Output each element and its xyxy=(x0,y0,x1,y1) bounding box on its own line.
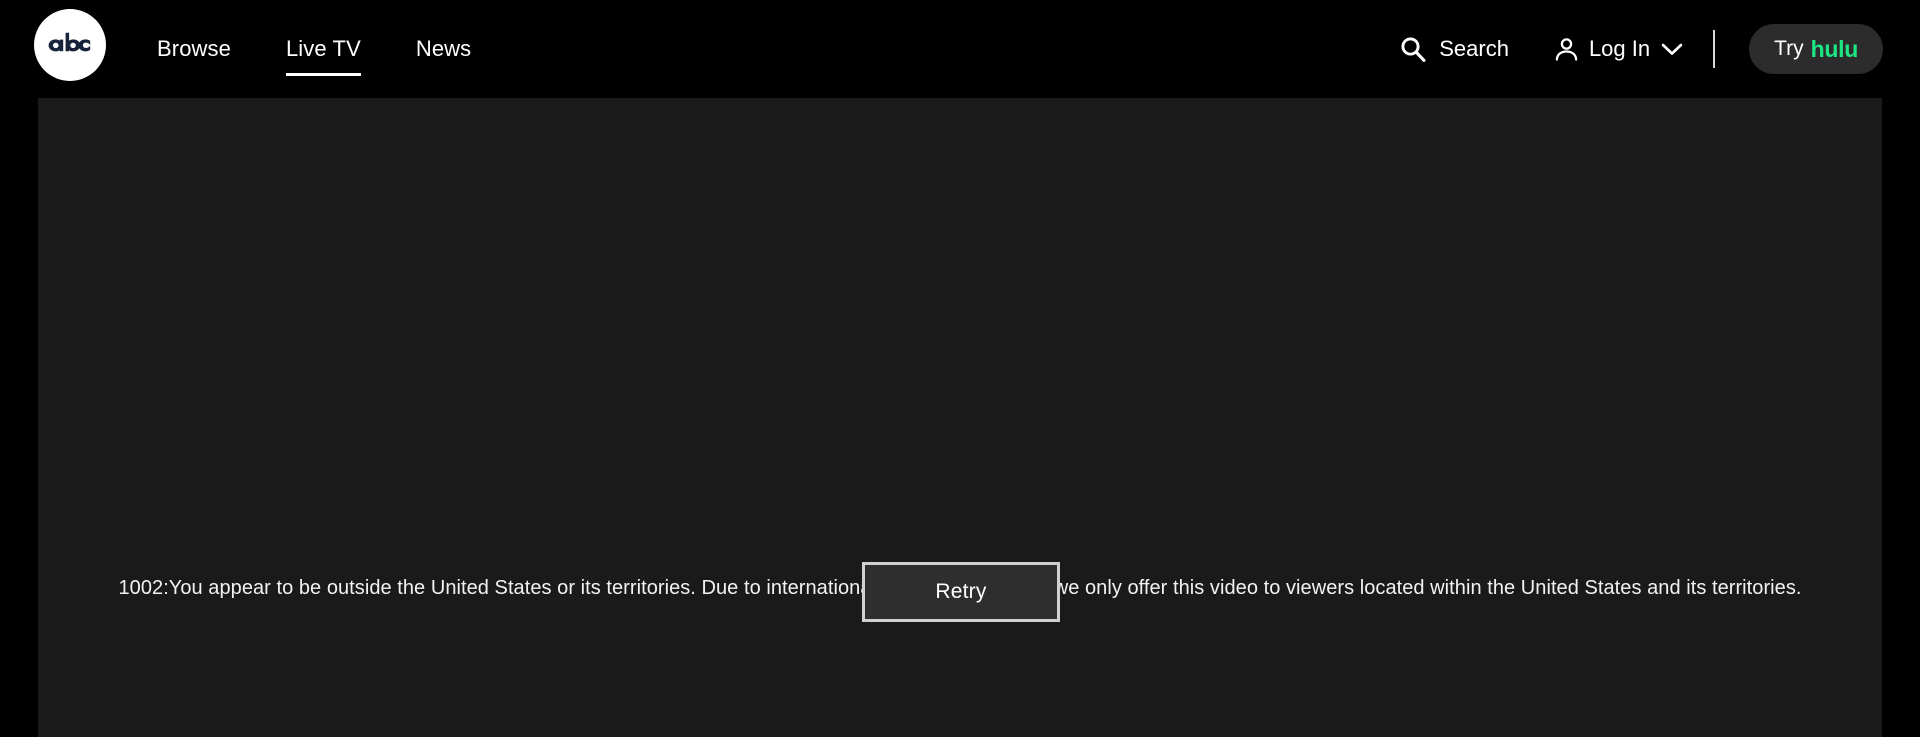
login-label: Log In xyxy=(1588,36,1651,61)
login-button[interactable]: Log In xyxy=(1553,35,1683,63)
right-rail xyxy=(1882,98,1920,737)
search-label: Search xyxy=(1439,36,1509,61)
primary-nav: Browse Live TV News xyxy=(157,0,526,98)
header-divider xyxy=(1713,30,1716,68)
person-icon xyxy=(1553,35,1580,63)
search-icon xyxy=(1399,35,1427,63)
nav-item-live-tv[interactable]: Live TV xyxy=(285,38,361,76)
nav-item-browse[interactable]: Browse xyxy=(157,38,231,60)
video-player-region: 1002:You appear to be outside the United… xyxy=(38,98,1882,737)
retry-button[interactable]: Retry xyxy=(862,562,1060,622)
search-button[interactable]: Search xyxy=(1399,35,1509,63)
hulu-wordmark: hulu xyxy=(1810,35,1859,62)
try-hulu-button[interactable]: Try hulu xyxy=(1749,24,1883,74)
site-header: Browse Live TV News Search Log In Try hu… xyxy=(0,0,1920,98)
page-root: Browse Live TV News Search Log In Try hu… xyxy=(0,0,1920,737)
chevron-down-icon xyxy=(1661,42,1683,56)
abc-logo-link[interactable] xyxy=(34,9,106,81)
try-hulu-prefix: Try xyxy=(1774,37,1804,60)
header-actions: Search Log In Try hulu xyxy=(1399,0,1920,98)
left-rail xyxy=(0,98,38,737)
nav-item-news[interactable]: News xyxy=(416,38,471,60)
abc-logo-icon xyxy=(34,9,106,81)
